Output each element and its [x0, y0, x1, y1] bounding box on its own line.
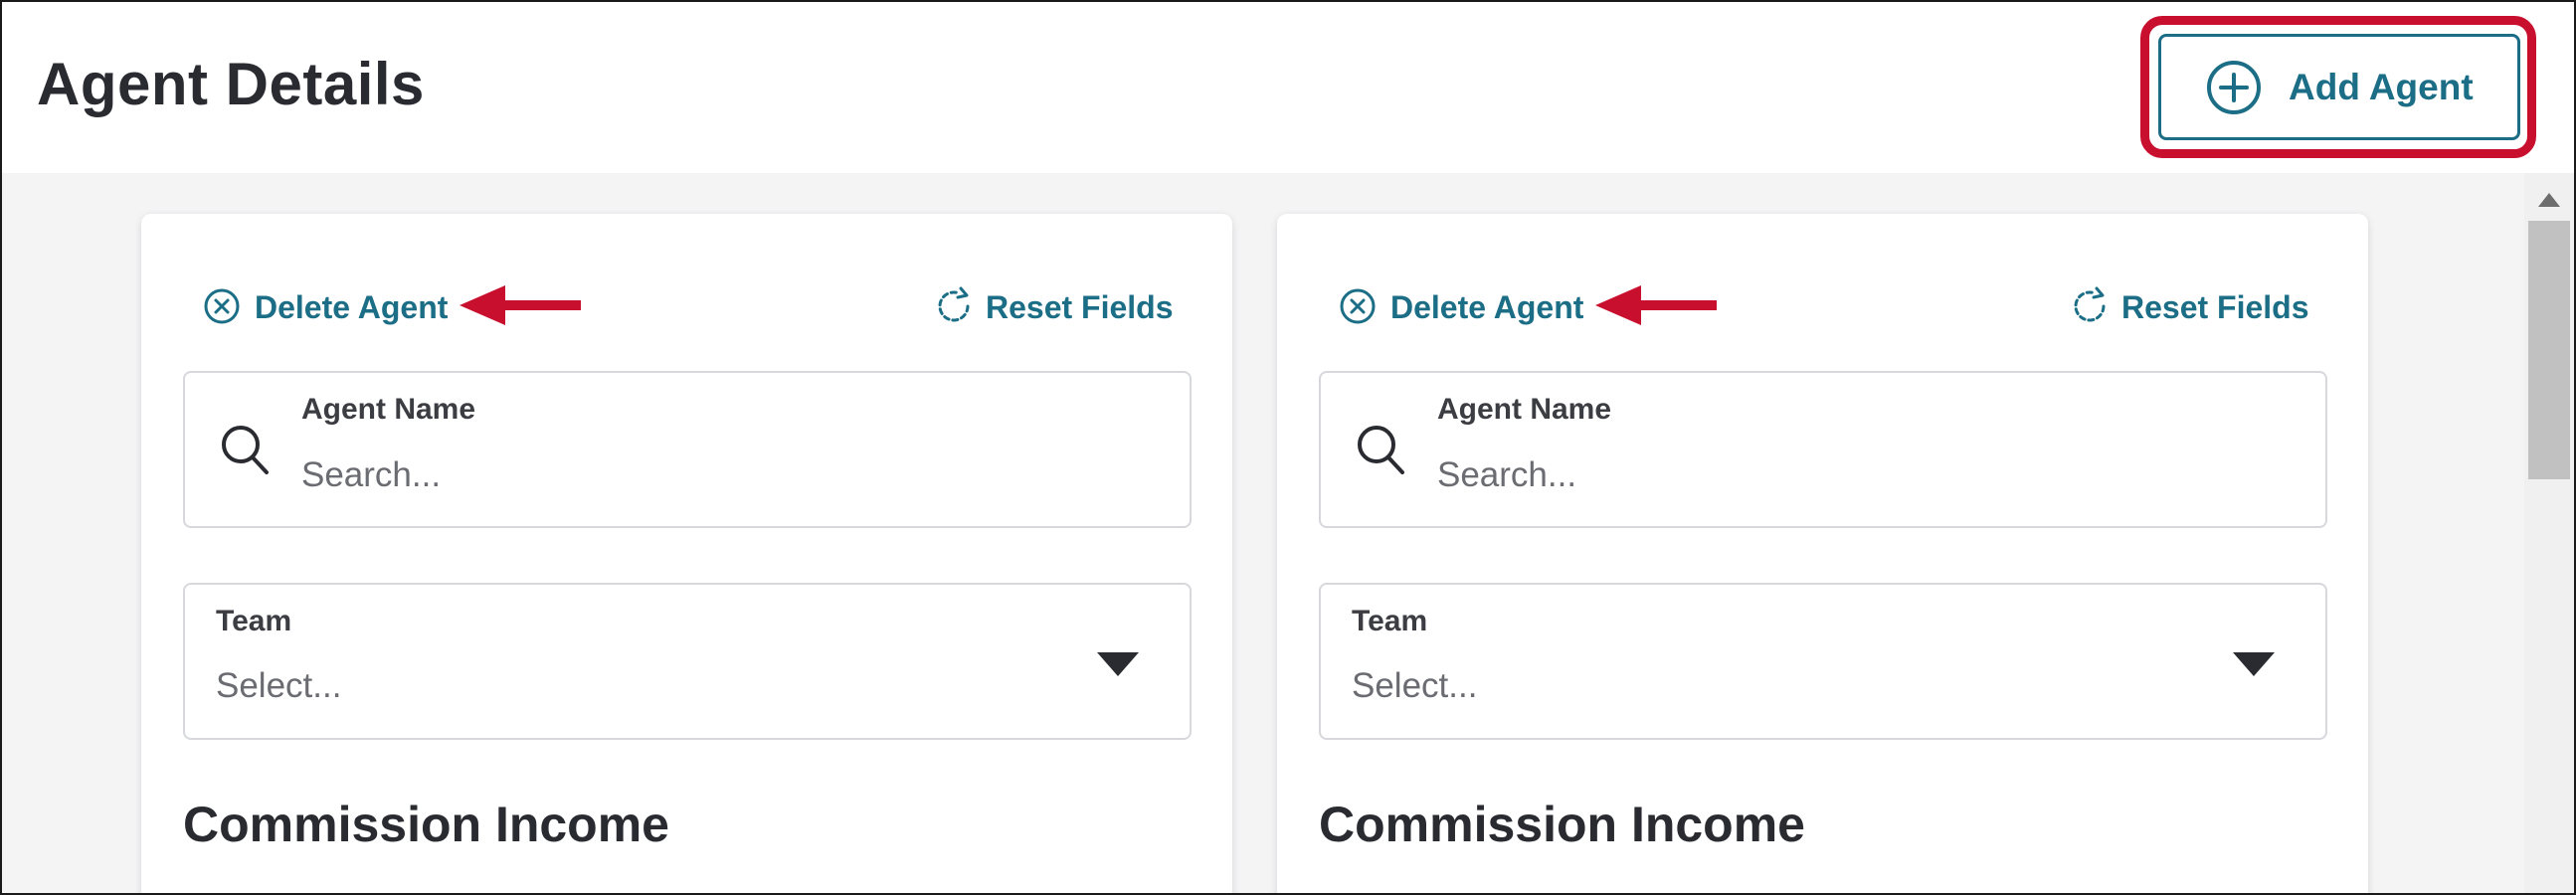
agent-card: Delete Agent Reset Fields Agent Name Tea…	[141, 214, 1232, 893]
team-label: Team	[1352, 605, 1428, 637]
vertical-scrollbar[interactable]	[2524, 173, 2574, 893]
app-frame: Agent Details Add Agent Delete Agent Res…	[0, 0, 2576, 895]
agent-name-input[interactable]	[301, 450, 1157, 500]
add-agent-button-label: Add Agent	[2289, 67, 2474, 107]
annotation-arrow-icon	[460, 285, 581, 325]
agent-name-field[interactable]: Agent Name	[183, 371, 1192, 528]
add-agent-button[interactable]: Add Agent	[2158, 34, 2520, 140]
team-select-value: Select...	[216, 666, 342, 705]
delete-agent-label: Delete Agent	[1390, 289, 1584, 325]
refresh-icon	[2074, 286, 2106, 322]
section-title-commission-income: Commission Income	[1319, 797, 1805, 852]
annotation-arrow-icon	[1595, 285, 1717, 325]
section-title-commission-income: Commission Income	[183, 797, 669, 852]
agent-card: Delete Agent Reset Fields Agent Name Tea…	[1277, 214, 2368, 893]
agent-name-label: Agent Name	[1437, 393, 1612, 426]
agent-name-input[interactable]	[1437, 450, 2293, 500]
team-select[interactable]: Team Select...	[1319, 583, 2327, 740]
scroll-up-arrow-icon[interactable]	[2538, 193, 2560, 207]
plus-circle-icon	[2207, 61, 2261, 114]
team-select[interactable]: Team Select...	[183, 583, 1192, 740]
search-icon	[222, 426, 269, 474]
team-label: Team	[216, 605, 292, 637]
agent-name-label: Agent Name	[301, 393, 476, 426]
reset-fields-label: Reset Fields	[986, 289, 1174, 325]
page-header: Agent Details Add Agent	[2, 2, 2574, 173]
agent-name-field[interactable]: Agent Name	[1319, 371, 2327, 528]
reset-fields-label: Reset Fields	[2121, 289, 2309, 325]
team-select-value: Select...	[1352, 666, 1478, 705]
caret-down-icon[interactable]	[2233, 652, 2275, 676]
refresh-icon	[938, 286, 970, 322]
page-title: Agent Details	[37, 51, 425, 117]
caret-down-icon[interactable]	[1097, 652, 1139, 676]
scrollbar-thumb[interactable]	[2528, 221, 2570, 479]
search-icon	[1358, 426, 1404, 474]
x-circle-icon	[1340, 288, 1376, 324]
delete-agent-label: Delete Agent	[255, 289, 449, 325]
x-circle-icon	[204, 288, 240, 324]
